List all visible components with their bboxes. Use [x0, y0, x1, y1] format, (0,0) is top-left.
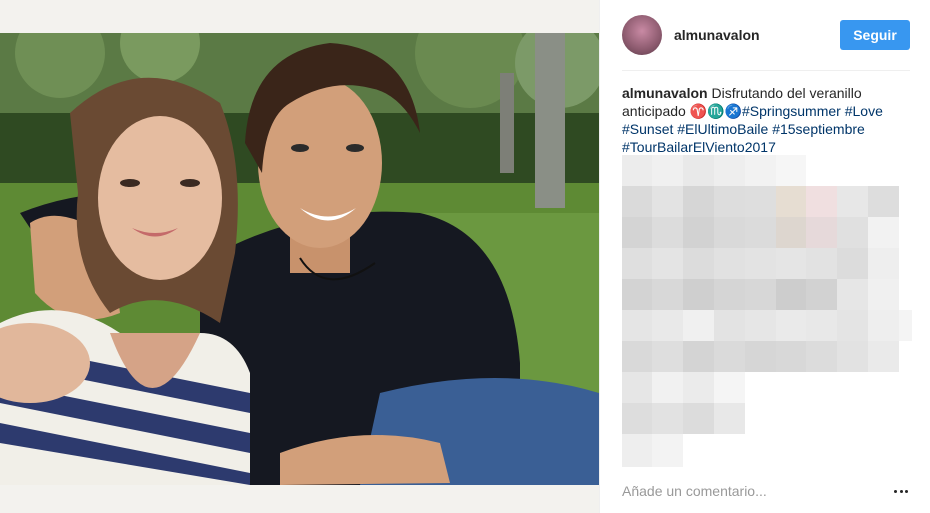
media-column — [0, 0, 599, 513]
post-sidebar: almunavalon Seguir almunavalon Disfrutan… — [599, 0, 930, 513]
caption: almunavalon Disfrutando del veranillo an… — [622, 84, 910, 156]
ellipsis-dot — [899, 489, 903, 493]
comment-input[interactable] — [622, 483, 892, 499]
hashtag-link[interactable]: #Love — [845, 103, 883, 119]
avatar[interactable] — [622, 15, 662, 55]
caption-emoji: ♈♏♐ — [689, 103, 743, 119]
follow-button[interactable]: Seguir — [840, 20, 910, 50]
header-username[interactable]: almunavalon — [674, 27, 840, 43]
hashtag-link[interactable]: #TourBailarElViento2017 — [622, 139, 776, 155]
post-header: almunavalon Seguir — [622, 0, 910, 71]
post-photo[interactable] — [0, 33, 599, 485]
photo-illustration — [0, 33, 599, 485]
instagram-post: almunavalon Seguir almunavalon Disfrutan… — [0, 0, 930, 513]
caption-username[interactable]: almunavalon — [622, 85, 708, 101]
hashtag-link[interactable]: #Sunset — [622, 121, 673, 137]
comment-row — [622, 469, 910, 513]
ellipsis-dot — [894, 489, 897, 493]
hashtag-link[interactable]: #15septiembre — [772, 121, 865, 137]
pixelated-comments — [622, 155, 912, 467]
hashtag-link[interactable]: #Springsummer — [742, 103, 841, 119]
ellipsis-dot — [905, 489, 908, 493]
ellipsis-icon[interactable] — [892, 482, 910, 500]
hashtag-link[interactable]: #ElUltimoBaile — [677, 121, 768, 137]
